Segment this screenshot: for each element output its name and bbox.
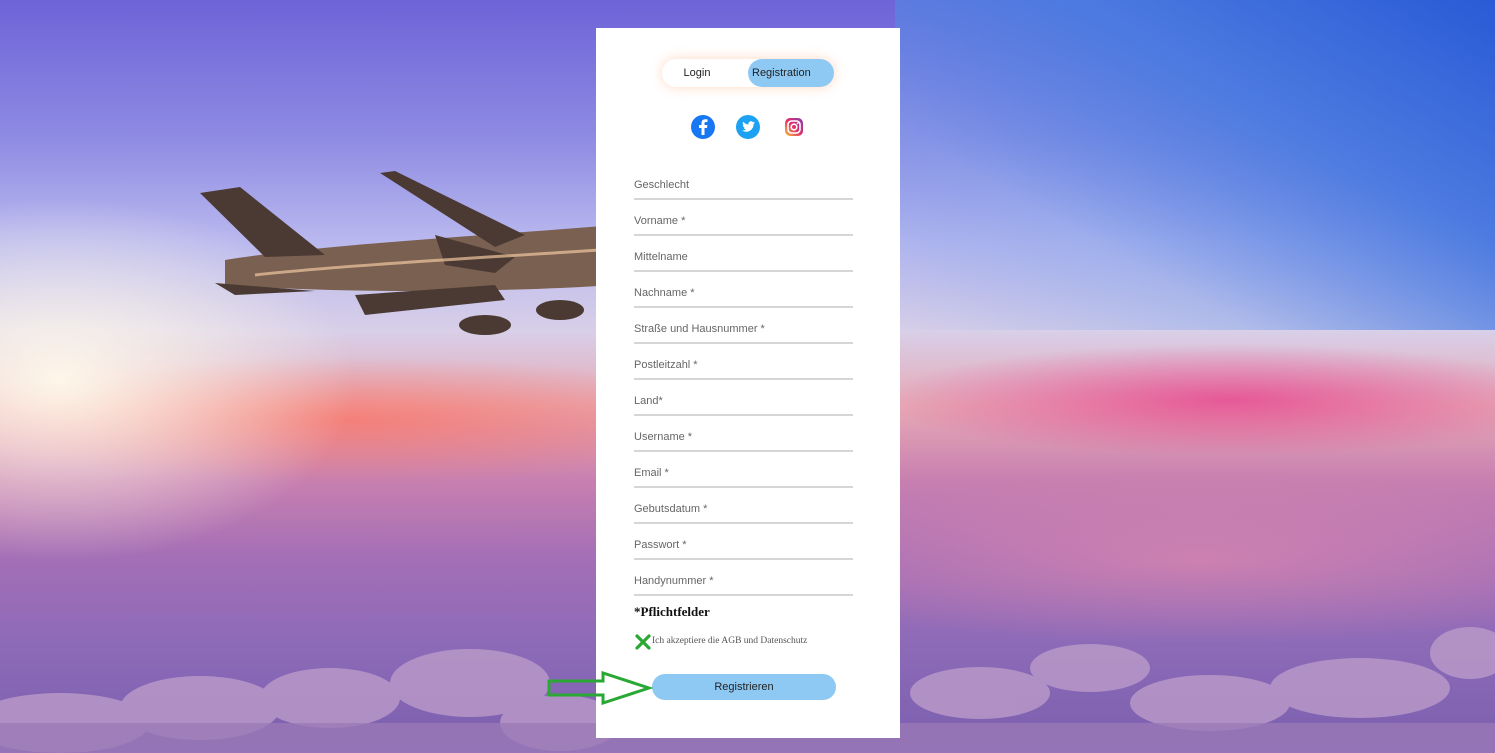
postal-code-input[interactable] bbox=[634, 354, 853, 376]
birthdate-field[interactable] bbox=[634, 498, 853, 524]
last-name-field[interactable] bbox=[634, 282, 853, 308]
street-field[interactable] bbox=[634, 318, 853, 344]
tab-login[interactable]: Login bbox=[662, 59, 730, 87]
first-name-input[interactable] bbox=[634, 210, 853, 232]
street-input[interactable] bbox=[634, 318, 853, 340]
last-name-input[interactable] bbox=[634, 282, 853, 304]
facebook-icon[interactable] bbox=[690, 114, 716, 140]
checkmark-x-icon[interactable] bbox=[634, 633, 652, 651]
instagram-icon[interactable] bbox=[781, 114, 807, 140]
agb-label: Ich akzeptiere die AGB und Datenschutz bbox=[652, 636, 808, 646]
country-field[interactable] bbox=[634, 390, 853, 416]
email-field[interactable] bbox=[634, 462, 853, 488]
email-input[interactable] bbox=[634, 462, 853, 484]
middle-name-input[interactable] bbox=[634, 246, 853, 268]
country-input[interactable] bbox=[634, 390, 853, 412]
airplane-image bbox=[200, 171, 615, 335]
username-field[interactable] bbox=[634, 426, 853, 452]
birthdate-input[interactable] bbox=[634, 498, 853, 520]
middle-name-field[interactable] bbox=[634, 246, 853, 272]
register-button[interactable]: Registrieren bbox=[652, 674, 836, 700]
gender-field[interactable] bbox=[634, 174, 853, 200]
required-fields-note: *Pflichtfelder bbox=[634, 604, 710, 619]
password-input[interactable] bbox=[634, 534, 853, 556]
login-registration-toggle: Login Registration bbox=[662, 59, 834, 87]
gender-input[interactable] bbox=[634, 174, 853, 196]
phone-input[interactable] bbox=[634, 570, 853, 592]
twitter-icon[interactable] bbox=[735, 114, 761, 140]
password-field[interactable] bbox=[634, 534, 853, 560]
registration-card: Login Registration *Pflichtfelder bbox=[596, 28, 900, 738]
tab-registration[interactable]: Registration bbox=[748, 59, 834, 87]
phone-field[interactable] bbox=[634, 570, 853, 596]
sky-background bbox=[895, 0, 1495, 330]
postal-code-field[interactable] bbox=[634, 354, 853, 380]
username-input[interactable] bbox=[634, 426, 853, 448]
first-name-field[interactable] bbox=[634, 210, 853, 236]
arrow-annotation-icon bbox=[547, 671, 653, 705]
